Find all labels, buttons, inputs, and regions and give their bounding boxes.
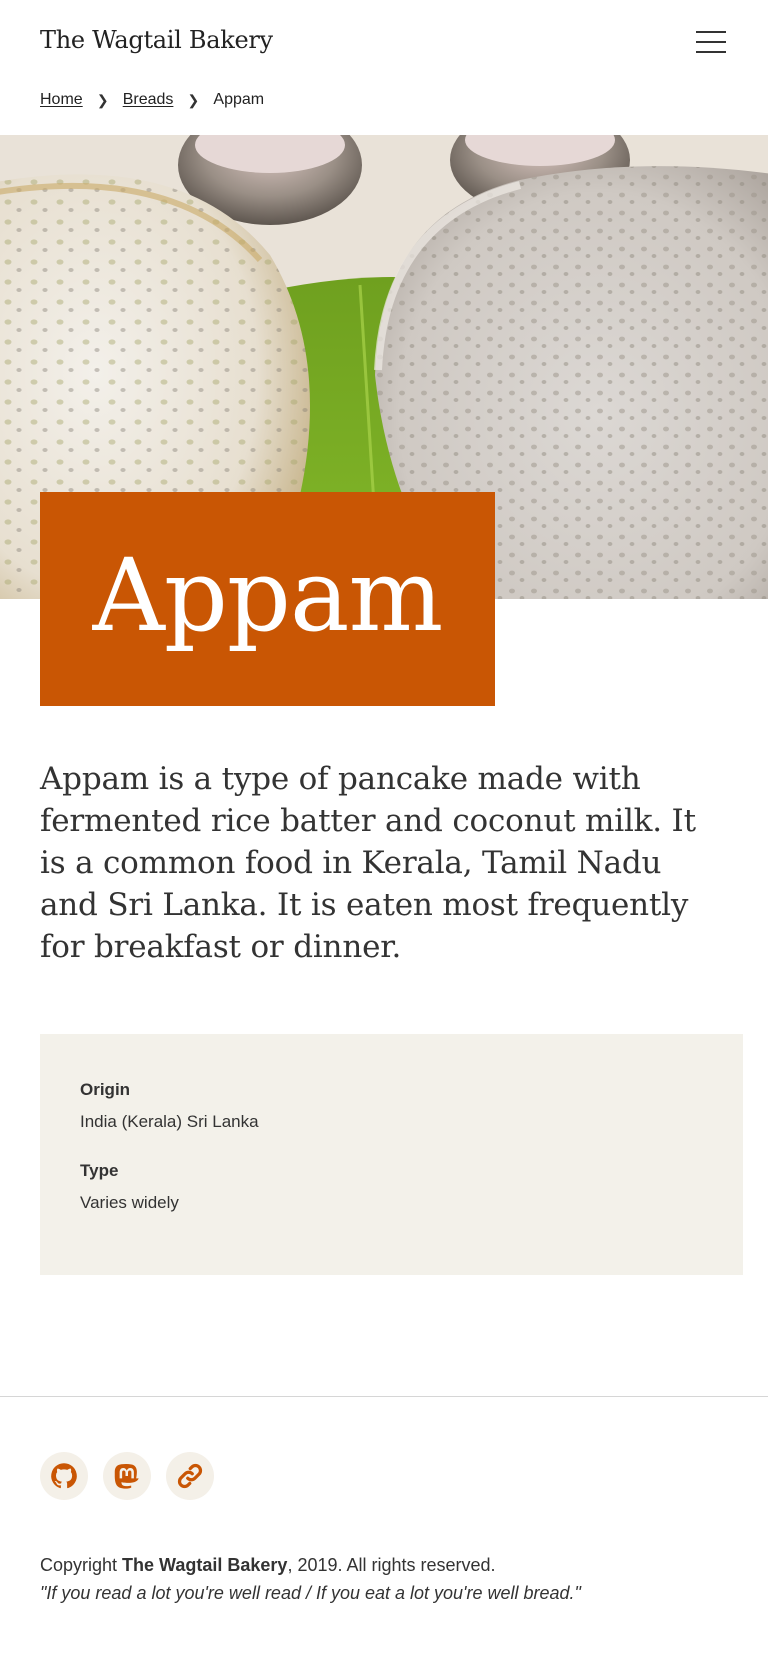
intro-text: Appam is a type of pancake made with fer… — [40, 761, 696, 965]
mastodon-icon — [114, 1464, 139, 1489]
github-link[interactable] — [40, 1452, 88, 1500]
social-links — [40, 1452, 214, 1500]
copyright-suffix: , 2019. All rights reserved. — [287, 1555, 496, 1575]
chevron-right-icon: ❯ — [96, 91, 109, 108]
chevron-right-icon: ❯ — [187, 91, 200, 108]
breadcrumb-home-link[interactable]: Home — [40, 91, 83, 109]
footer-divider — [0, 1396, 768, 1397]
link-icon — [177, 1463, 203, 1489]
page-title-box: Appam — [40, 492, 495, 706]
facts-panel: Origin India (Kerala) Sri Lanka Type Var… — [40, 1034, 743, 1275]
type-value: Varies widely — [80, 1193, 179, 1212]
site-header: The Wagtail Bakery — [40, 24, 728, 60]
breadcrumb-current: Appam — [213, 91, 265, 108]
website-link[interactable] — [166, 1452, 214, 1500]
origin-value: India (Kerala) Sri Lanka — [80, 1112, 259, 1131]
hamburger-menu-icon[interactable] — [694, 28, 728, 54]
github-icon — [51, 1463, 77, 1489]
breadcrumb: Home ❯ Breads ❯ Appam — [40, 89, 264, 111]
page-title: Appam — [92, 536, 444, 654]
type-label: Type — [80, 1161, 119, 1180]
copyright-prefix: Copyright — [40, 1555, 123, 1575]
footer-quote: "If you read a lot you're well read / If… — [40, 1583, 581, 1603]
menu-line — [696, 41, 726, 43]
copyright-text: Copyright The Wagtail Bakery, 2019. All … — [40, 1552, 496, 1578]
breadcrumb-breads-link[interactable]: Breads — [123, 91, 174, 109]
copyright-name: The Wagtail Bakery — [122, 1555, 288, 1575]
menu-line — [696, 31, 726, 33]
mastodon-link[interactable] — [103, 1452, 151, 1500]
site-title-link[interactable]: The Wagtail Bakery — [40, 26, 273, 54]
menu-line — [696, 51, 726, 53]
origin-label: Origin — [80, 1080, 131, 1099]
